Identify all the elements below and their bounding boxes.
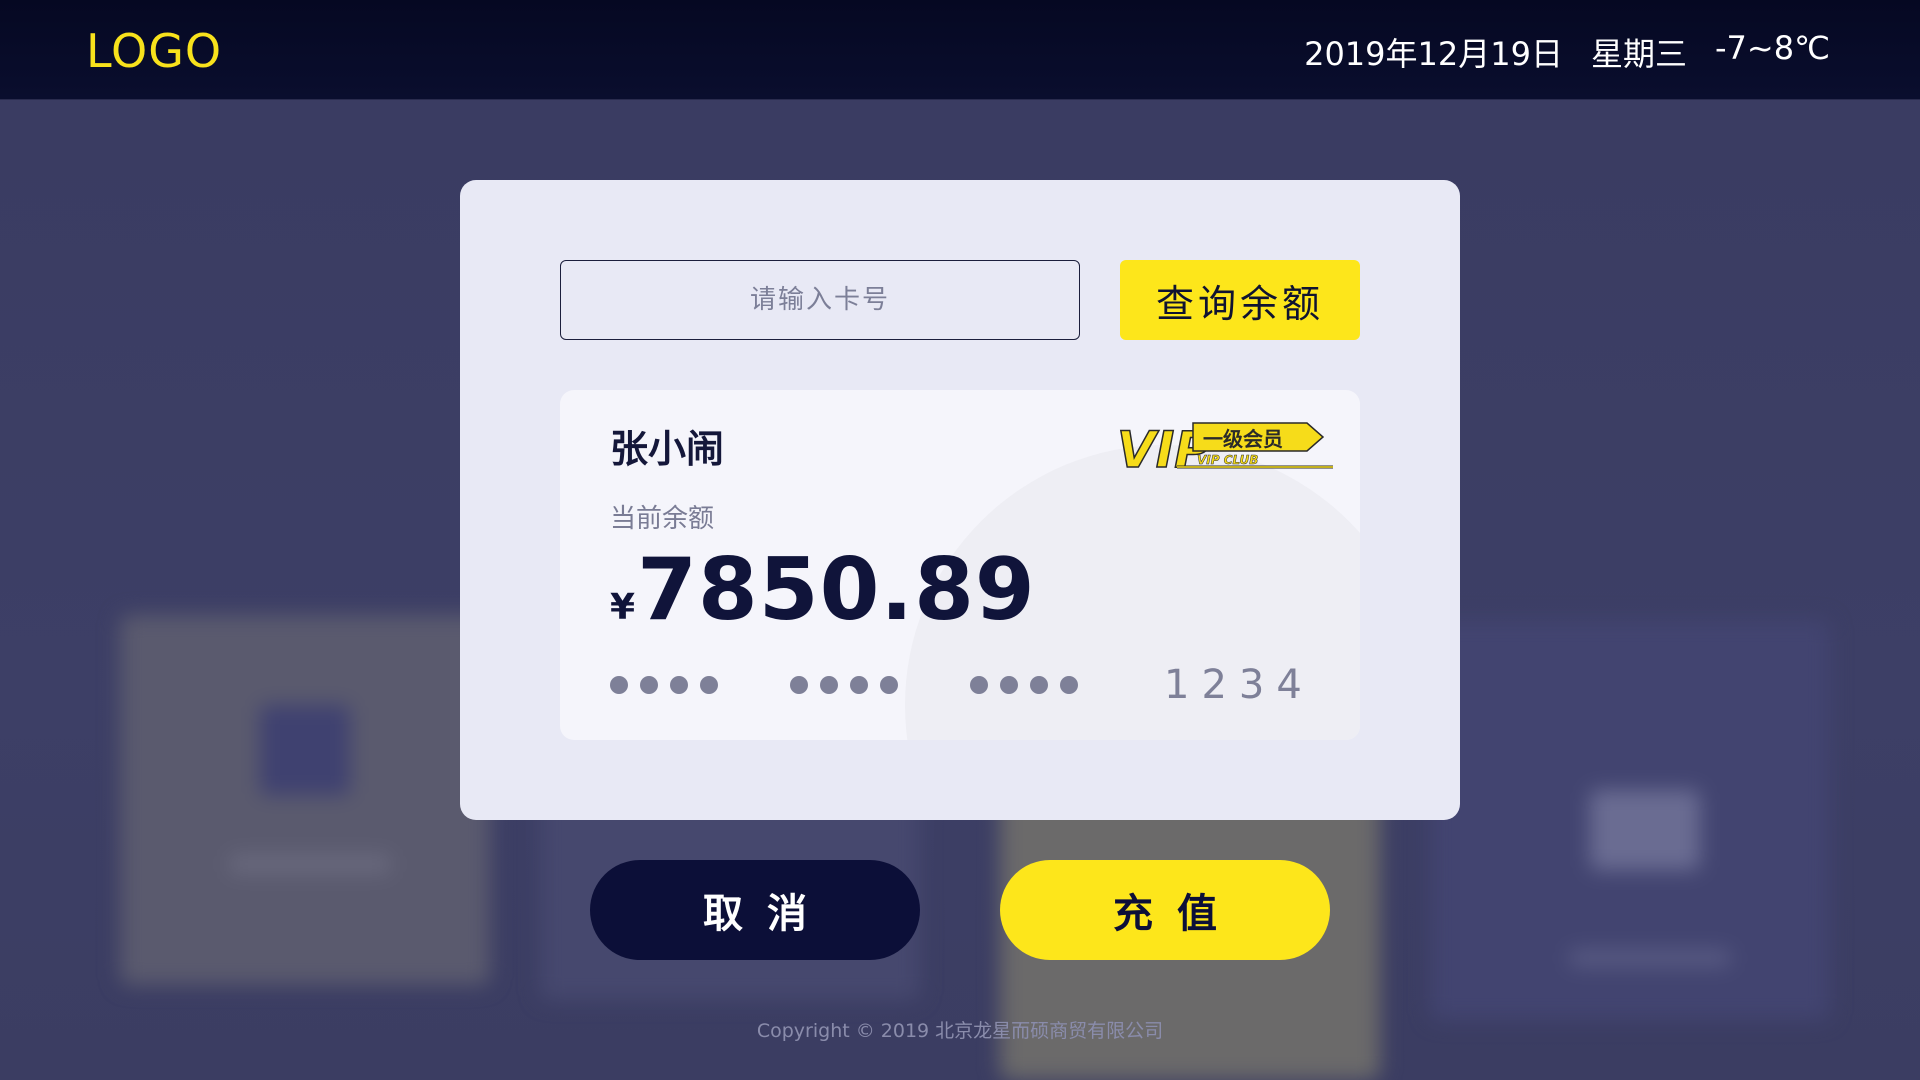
vip-badge-level: 一级会员 [1203, 427, 1283, 451]
copyright-text: Copyright © 2019 北京龙星而硕商贸有限公司 [756, 1020, 1164, 1042]
masked-digit-group [790, 676, 898, 694]
background-tile [1430, 620, 1830, 1020]
masked-digit-group [610, 676, 718, 694]
vip-badge-icon: VIP 一级会员 VIP CLUB [1116, 420, 1333, 480]
vip-badge-club: VIP CLUB [1197, 453, 1258, 467]
card-number-display: 1234 [610, 662, 1314, 708]
cancel-button[interactable]: 取消 [590, 860, 920, 960]
balance-amount: ¥ 7850.89 [610, 540, 1036, 640]
currency-symbol: ¥ [610, 587, 636, 628]
temperature-text: -7~8℃ [1714, 29, 1830, 67]
query-balance-button[interactable]: 查询余额 [1120, 260, 1360, 340]
card-number-input[interactable] [560, 260, 1080, 340]
weekday-text: 星期三 [1590, 35, 1687, 73]
member-name: 张小闹 [610, 427, 725, 471]
background-tile [120, 615, 490, 985]
masked-digit-group [970, 676, 1078, 694]
member-card: 张小闹 VIP 一级会员 VIP CLUB 当前余额 ¥ 7850.89 123… [560, 390, 1360, 740]
balance-label: 当前余额 [610, 504, 715, 534]
recharge-button[interactable]: 充值 [1000, 860, 1330, 960]
balance-value: 7850.89 [637, 540, 1036, 640]
date-text: 2019年12月19日 [1304, 35, 1563, 73]
top-header-bar: LOGO 2019年12月19日 星期三 -7~8℃ [0, 0, 1920, 100]
logo: LOGO [86, 24, 223, 78]
balance-query-dialog: 查询余额 张小闹 VIP 一级会员 VIP CLUB 当前余额 ¥ 7850.8… [460, 180, 1460, 820]
card-last-digits: 1234 [1164, 662, 1314, 708]
header-info: 2019年12月19日 星期三 -7~8℃ [1304, 29, 1830, 75]
